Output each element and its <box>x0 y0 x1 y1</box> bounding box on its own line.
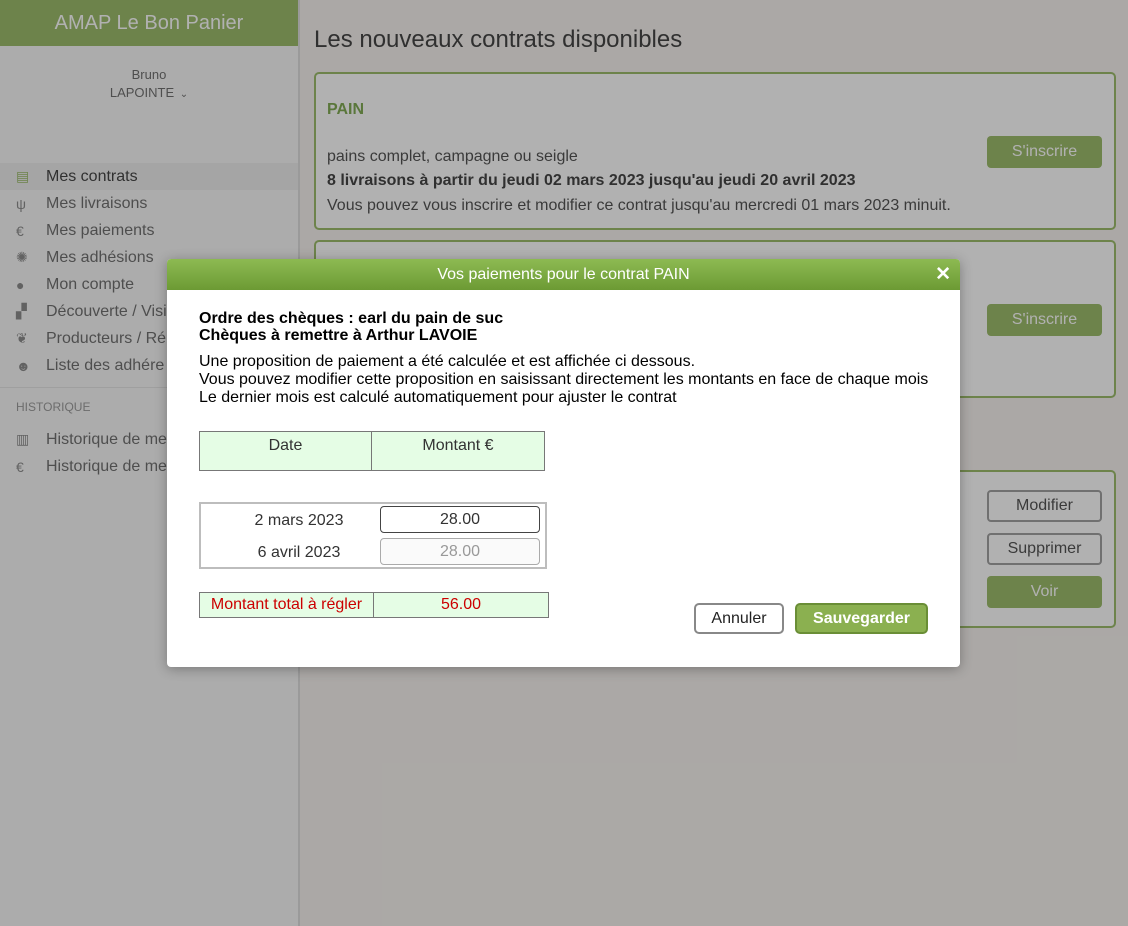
cancel-button[interactable]: Annuler <box>694 603 784 634</box>
explanation-line: Le dernier mois est calculé automatiquem… <box>199 389 677 406</box>
payment-explanation: Une proposition de paiement a été calcul… <box>199 353 928 407</box>
column-header-date: Date <box>199 431 372 471</box>
payment-amount-input-readonly <box>380 538 540 565</box>
cheque-info: Ordre des chèques : earl du pain de suc … <box>199 310 503 344</box>
dialog-title: Vos paiements pour le contrat PAIN <box>437 266 690 283</box>
cheque-recipient: Chèques à remettre à Arthur LAVOIE <box>199 327 478 344</box>
column-header-amount: Montant € <box>372 431 545 471</box>
table-row: 2 mars 2023 <box>201 506 545 536</box>
dialog-header: Vos paiements pour le contrat PAIN ✕ <box>167 259 960 290</box>
payment-date: 2 mars 2023 <box>254 512 344 529</box>
close-icon[interactable]: ✕ <box>935 259 951 290</box>
payment-table-header: Date Montant € <box>199 431 545 471</box>
total-value: 56.00 <box>374 592 549 618</box>
total-row: Montant total à régler 56.00 <box>199 592 549 618</box>
payment-amount-input[interactable] <box>380 506 540 533</box>
explanation-line: Vous pouvez modifier cette proposition e… <box>199 371 929 388</box>
save-button[interactable]: Sauvegarder <box>795 603 928 634</box>
payment-table-body: 2 mars 2023 6 avril 2023 <box>199 502 547 569</box>
payment-dialog: Vos paiements pour le contrat PAIN ✕ Ord… <box>167 259 960 667</box>
total-label: Montant total à régler <box>199 592 374 618</box>
cheque-order: Ordre des chèques : earl du pain de suc <box>199 310 504 327</box>
payment-date: 6 avril 2023 <box>257 544 341 561</box>
table-row: 6 avril 2023 <box>201 538 545 568</box>
explanation-line: Une proposition de paiement a été calcul… <box>199 353 696 370</box>
